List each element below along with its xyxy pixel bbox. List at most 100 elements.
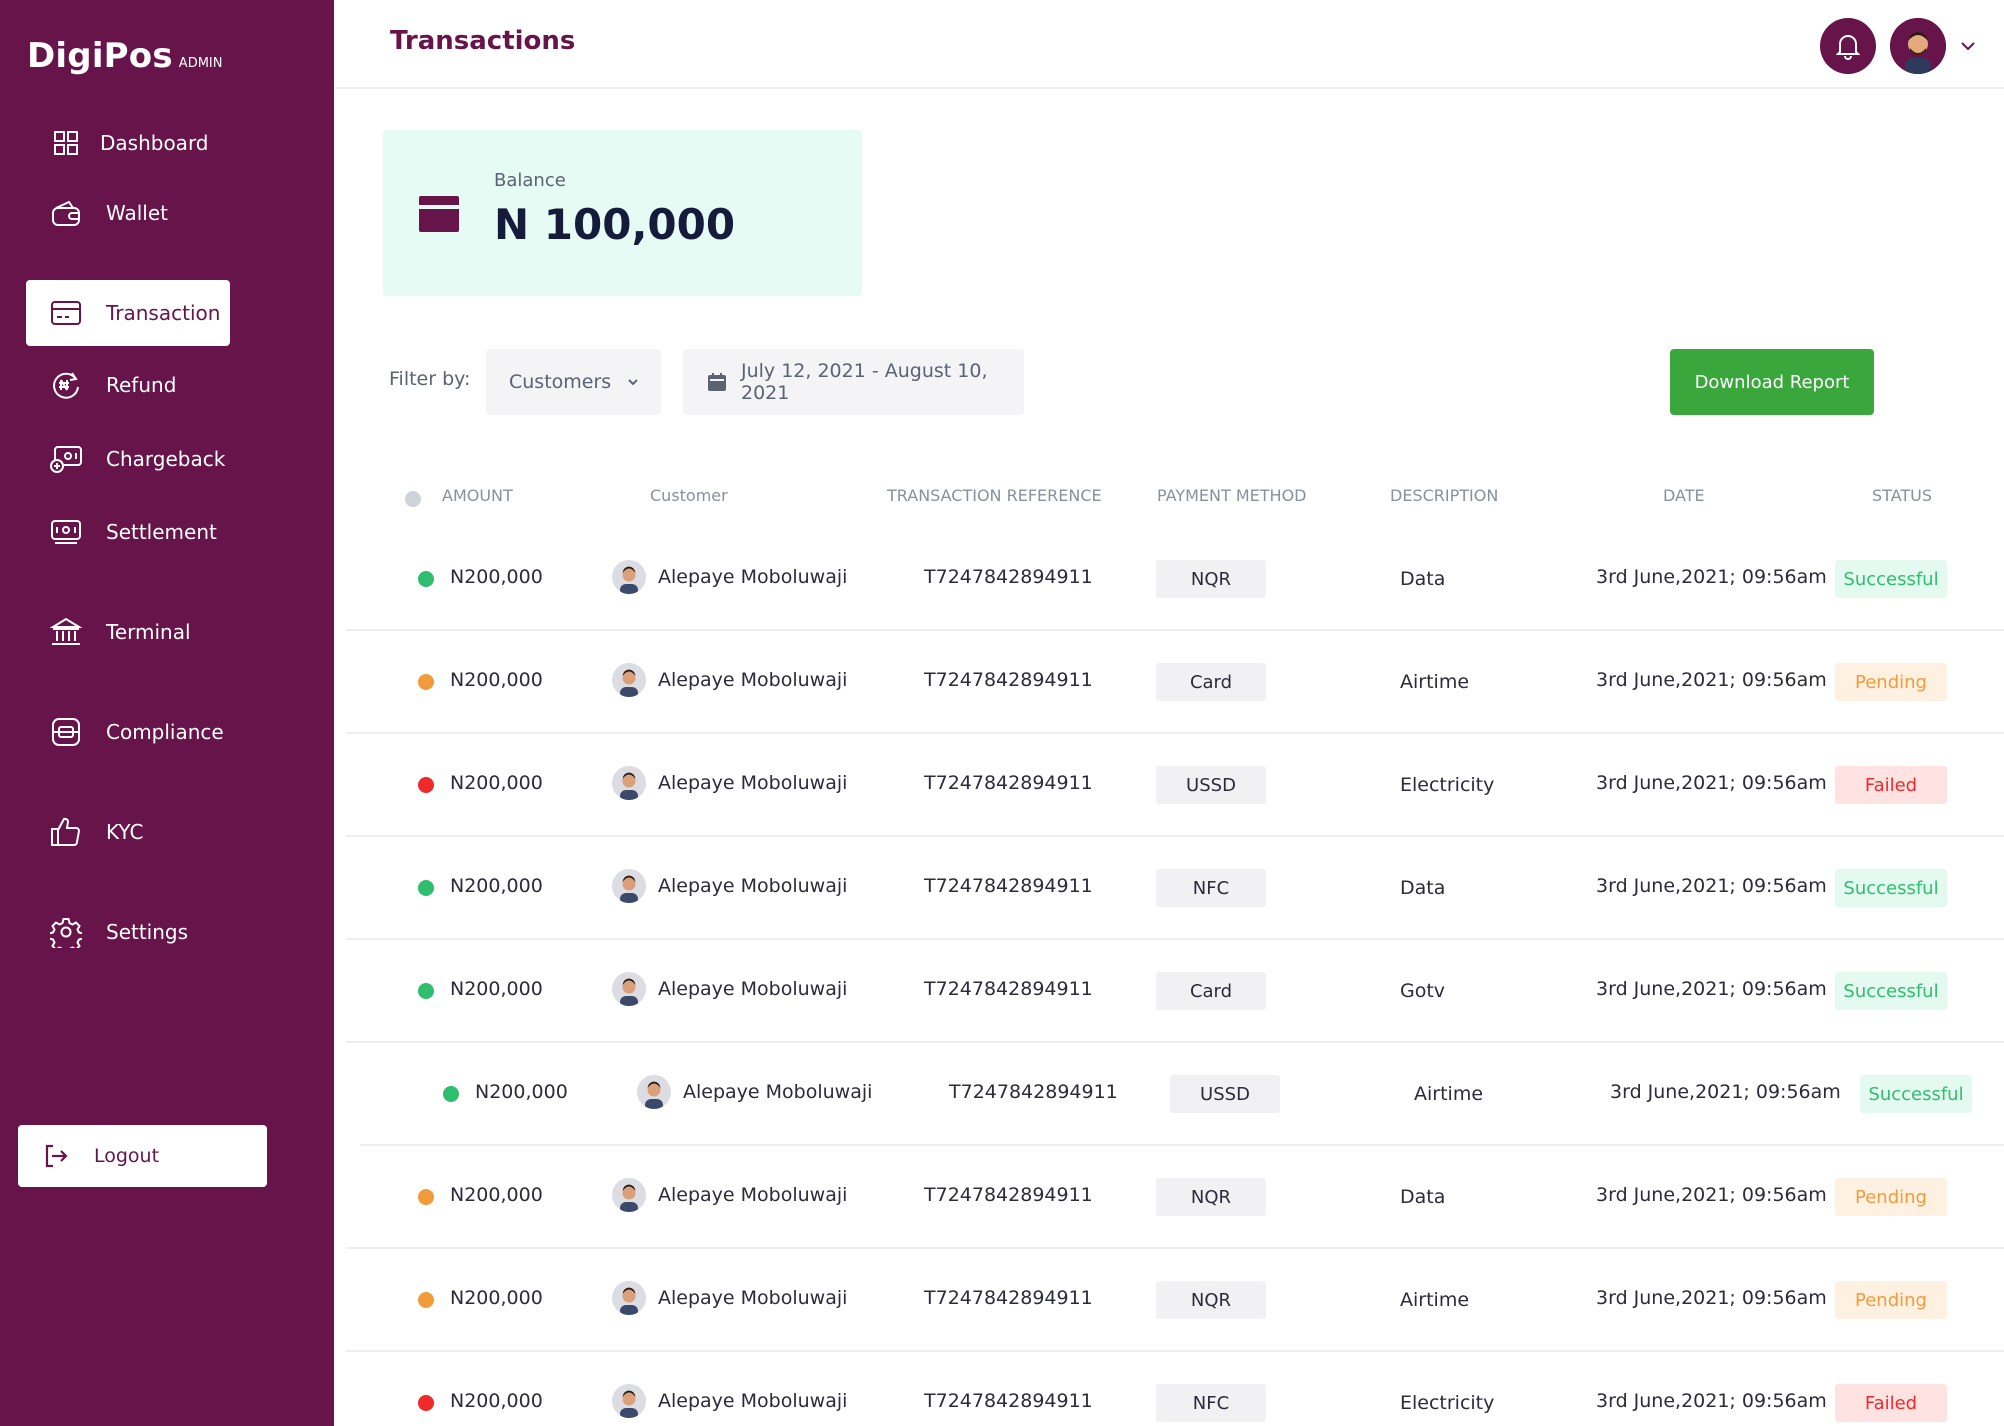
sidebar-item-label: Wallet	[106, 201, 169, 225]
status-dot	[418, 983, 434, 999]
table-row[interactable]: N200,000 Alepaye Moboluwaji T7247842894911…	[346, 940, 2004, 1043]
description-cell: Airtime	[1414, 1083, 1484, 1105]
sidebar-item-terminal[interactable]: Terminal	[26, 599, 230, 665]
chevron-down-icon[interactable]	[1956, 34, 1980, 58]
sidebar-item-compliance[interactable]: Compliance	[26, 699, 230, 765]
user-avatar[interactable]	[1890, 18, 1946, 74]
status-badge: Pending	[1835, 1178, 1947, 1216]
sidebar-item-dashboard[interactable]: Dashboard	[26, 110, 230, 176]
reference-cell: T7247842894911	[924, 1184, 1093, 1206]
balance-label: Balance	[494, 170, 566, 191]
reference-cell: T7247842894911	[924, 1287, 1093, 1309]
sidebar-item-transaction[interactable]: Transaction	[26, 280, 230, 346]
chevron-down-icon	[625, 374, 641, 390]
status-badge: Successful	[1835, 869, 1947, 907]
sidebar-item-refund[interactable]: Refund	[26, 352, 230, 418]
payment-method-badge: NFC	[1156, 869, 1266, 907]
sidebar-item-chargeback[interactable]: Chargeback	[26, 426, 230, 492]
settlement-icon	[46, 512, 86, 552]
payment-method-badge: Card	[1156, 663, 1266, 701]
customer-name-cell: Alepaye Moboluwaji	[658, 1184, 848, 1206]
table-row[interactable]: N200,000 Alepaye Moboluwaji T7247842894911…	[346, 837, 2004, 940]
table-row[interactable]: N200,000 Alepaye Moboluwaji T7247842894911…	[346, 1352, 2004, 1426]
gear-icon	[46, 912, 86, 952]
table-row[interactable]: N200,000 Alepaye Moboluwaji T7247842894911…	[346, 528, 2004, 631]
column-header-method[interactable]: PAYMENT METHOD	[1157, 486, 1306, 505]
customer-avatar	[612, 1281, 646, 1315]
brand-logo[interactable]: DigiPos ADMIN	[27, 36, 222, 76]
sidebar-item-settings[interactable]: Settings	[26, 899, 230, 965]
customer-name-cell: Alepaye Moboluwaji	[658, 566, 848, 588]
status-dot	[418, 1189, 434, 1205]
table-row[interactable]: N200,000 Alepaye Moboluwaji T7247842894911…	[360, 1043, 2004, 1146]
sidebar-item-kyc[interactable]: KYC	[26, 799, 230, 865]
date-range-value: July 12, 2021 - August 10, 2021	[741, 360, 988, 404]
sidebar-item-label: Transaction	[106, 301, 221, 325]
customer-avatar	[612, 1178, 646, 1212]
brand-tag: ADMIN	[178, 56, 223, 71]
page-title: Transactions	[390, 26, 576, 56]
date-cell: 3rd June,2021; 09:56am	[1596, 1390, 1827, 1412]
table-row[interactable]: N200,000 Alepaye Moboluwaji T7247842894911…	[346, 734, 2004, 837]
amount-cell: N200,000	[450, 875, 543, 897]
payment-method-badge: NQR	[1156, 1178, 1266, 1216]
reference-cell: T7247842894911	[924, 978, 1093, 1000]
card-icon	[419, 196, 459, 236]
column-header-customer[interactable]: Customer	[650, 486, 728, 505]
status-badge: Failed	[1835, 1384, 1947, 1422]
customer-name-cell: Alepaye Moboluwaji	[658, 978, 848, 1000]
logout-button[interactable]: Logout	[18, 1125, 267, 1187]
amount-cell: N200,000	[450, 1287, 543, 1309]
table-row[interactable]: N200,000 Alepaye Moboluwaji T7247842894911…	[346, 1249, 2004, 1352]
status-badge: Successful	[1860, 1075, 1972, 1113]
customer-avatar	[612, 869, 646, 903]
sidebar-item-label: Dashboard	[100, 131, 209, 155]
reference-cell: T7247842894911	[924, 1390, 1093, 1412]
payment-method-badge: USSD	[1156, 766, 1266, 804]
status-dot	[418, 571, 434, 587]
column-header-description[interactable]: DESCRIPTION	[1390, 486, 1498, 505]
refund-icon	[46, 365, 86, 405]
download-report-button[interactable]: Download Report	[1670, 349, 1874, 415]
table-row[interactable]: N200,000 Alepaye Moboluwaji T7247842894911…	[346, 631, 2004, 734]
column-header-date[interactable]: DATE	[1663, 486, 1705, 505]
select-all-checkbox[interactable]	[405, 491, 421, 507]
date-cell: 3rd June,2021; 09:56am	[1596, 1287, 1827, 1309]
description-cell: Electricity	[1400, 774, 1495, 796]
compliance-icon	[46, 712, 86, 752]
card-icon	[46, 293, 86, 333]
customer-filter-dropdown[interactable]: Customers	[486, 349, 661, 415]
column-header-reference[interactable]: TRANSACTION REFERENCE	[887, 486, 1102, 505]
column-header-status[interactable]: STATUS	[1872, 486, 1932, 505]
bell-icon	[1835, 32, 1861, 60]
amount-cell: N200,000	[450, 772, 543, 794]
status-badge: Successful	[1835, 972, 1947, 1010]
amount-cell: N200,000	[450, 978, 543, 1000]
status-dot	[418, 1395, 434, 1411]
sidebar-item-label: Terminal	[106, 620, 191, 644]
date-cell: 3rd June,2021; 09:56am	[1596, 566, 1827, 588]
sidebar-item-label: Settings	[106, 920, 189, 944]
payment-method-badge: NFC	[1156, 1384, 1266, 1422]
logout-icon	[40, 1140, 72, 1172]
date-cell: 3rd June,2021; 09:56am	[1610, 1081, 1841, 1103]
status-dot	[418, 674, 434, 690]
reference-cell: T7247842894911	[924, 566, 1093, 588]
dashboard-grid-icon	[46, 123, 86, 163]
sidebar-item-label: KYC	[106, 820, 144, 844]
description-cell: Gotv	[1400, 980, 1446, 1002]
date-range-picker[interactable]: July 12, 2021 - August 10, 2021	[683, 349, 1024, 415]
sidebar-item-settlement[interactable]: Settlement	[26, 499, 230, 565]
status-dot	[418, 777, 434, 793]
customer-avatar	[637, 1075, 671, 1109]
amount-cell: N200,000	[450, 566, 543, 588]
table-row[interactable]: N200,000 Alepaye Moboluwaji T7247842894911…	[346, 1146, 2004, 1249]
notification-button[interactable]	[1820, 18, 1876, 74]
balance-value: N 100,000	[494, 200, 736, 249]
column-header-amount[interactable]: AMOUNT	[442, 486, 513, 505]
date-cell: 3rd June,2021; 09:56am	[1596, 1184, 1827, 1206]
customer-avatar	[612, 766, 646, 800]
sidebar-item-wallet[interactable]: Wallet	[26, 180, 230, 246]
status-badge: Failed	[1835, 766, 1947, 804]
balance-card: Balance N 100,000	[383, 130, 862, 296]
